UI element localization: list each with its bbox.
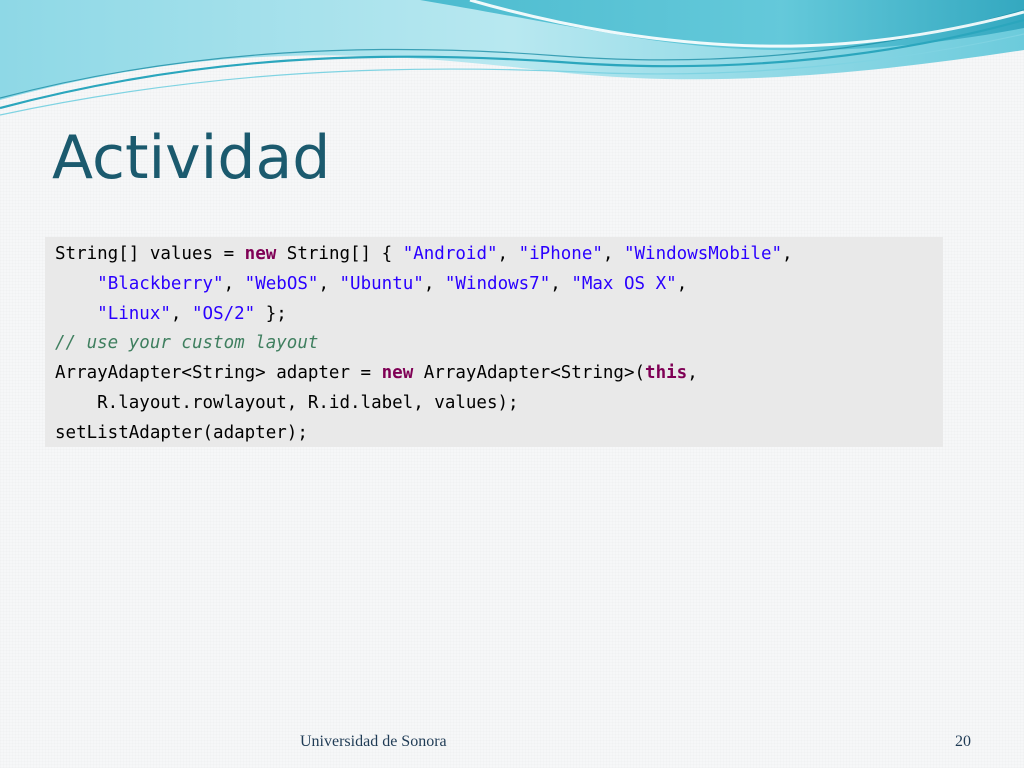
- code-line: ArrayAdapter<String> adapter = new Array…: [55, 359, 943, 389]
- code-token-string: "Blackberry": [97, 273, 224, 294]
- code-line: "Linux", "OS/2" };: [55, 300, 943, 330]
- code-token-string: "Android": [402, 244, 498, 264]
- code-token-string: "iPhone": [518, 244, 603, 264]
- code-token-plain: ,: [550, 273, 572, 294]
- code-token-plain: };: [255, 303, 287, 324]
- code-token-plain: setListAdapter(adapter);: [55, 422, 308, 443]
- code-token-plain: ,: [687, 363, 698, 384]
- code-line: setListAdapter(adapter);: [55, 419, 943, 449]
- header-wave-decoration: [0, 0, 1024, 116]
- code-token-keyword: new: [244, 244, 277, 264]
- code-token-string: "OS/2": [192, 303, 256, 324]
- code-line: // use your custom layout: [55, 329, 943, 359]
- code-token-plain: ArrayAdapter<String> adapter =: [55, 363, 382, 384]
- page-number: 20: [955, 733, 971, 750]
- code-line: String[] values = new String[] { "Androi…: [55, 240, 943, 270]
- code-token-plain: String[] values =: [55, 244, 245, 264]
- footer-institution: Universidad de Sonora: [300, 733, 447, 750]
- code-token-string: "WindowsMobile": [623, 244, 783, 264]
- code-token-string: "Ubuntu": [339, 273, 424, 294]
- code-block: String[] values = new String[] { "Androi…: [45, 237, 943, 447]
- code-token-plain: ,: [170, 303, 192, 324]
- code-token-string: "Linux": [97, 303, 171, 324]
- code-line: "Blackberry", "WebOS", "Ubuntu", "Window…: [55, 270, 943, 300]
- code-token-plain: ,: [602, 244, 624, 264]
- code-token-comment: // use your custom layout: [55, 333, 319, 354]
- code-token-plain: ,: [676, 273, 688, 294]
- code-token-plain: ,: [223, 273, 245, 294]
- code-token-keyword: new: [381, 363, 414, 384]
- code-token-plain: ArrayAdapter<String>(: [413, 363, 646, 384]
- code-token-plain: R.layout.rowlayout, R.id.label, values);: [55, 392, 519, 413]
- code-token-keyword: this: [645, 363, 688, 384]
- slide: Actividad String[] values = new String[]…: [0, 0, 1024, 768]
- code-token-string: "Max OS X": [571, 273, 677, 294]
- slide-title: Actividad: [52, 123, 331, 193]
- code-token-plain: ,: [497, 244, 519, 264]
- code-token-plain: ,: [782, 244, 793, 264]
- code-token-string: "WebOS": [244, 273, 319, 294]
- code-token-plain: String[] {: [276, 244, 403, 264]
- code-line: R.layout.rowlayout, R.id.label, values);: [55, 389, 943, 419]
- code-token-plain: ,: [318, 273, 340, 294]
- code-token-string: "Windows7": [444, 273, 551, 294]
- code-token-plain: ,: [423, 273, 445, 294]
